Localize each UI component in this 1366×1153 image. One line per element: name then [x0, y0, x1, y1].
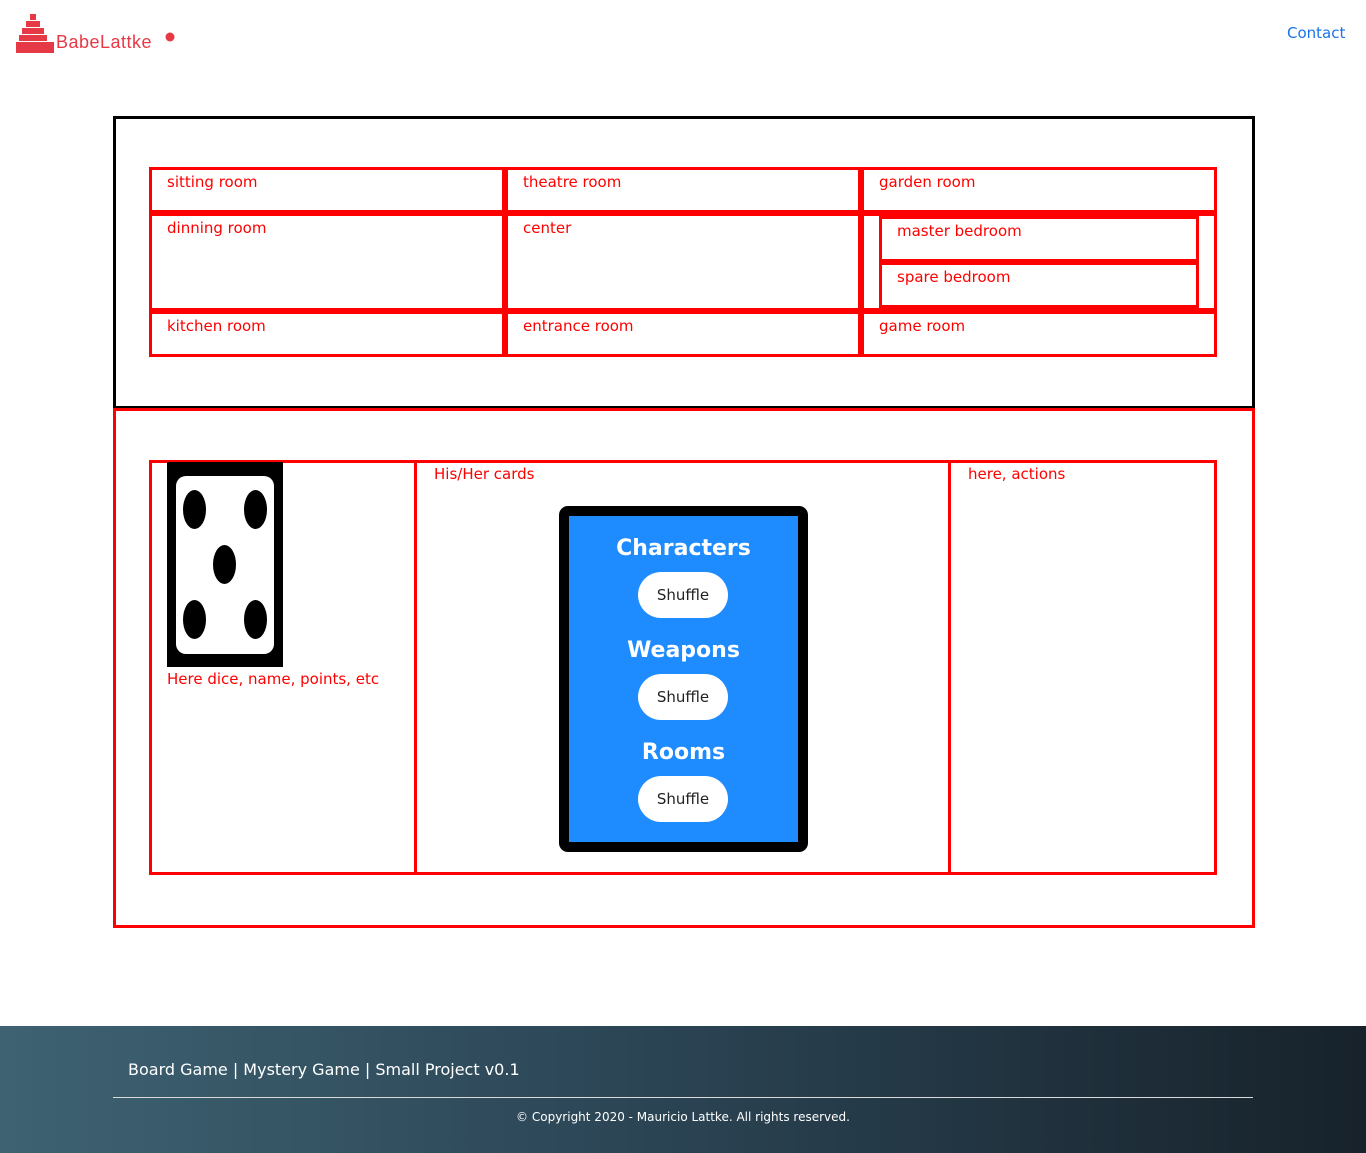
- weapons-heading: Weapons: [627, 638, 740, 663]
- room-label: dinning room: [167, 219, 267, 237]
- room-center[interactable]: center: [505, 213, 861, 311]
- dice-pip: [183, 490, 206, 529]
- rooms-heading: Rooms: [641, 740, 726, 765]
- shuffle-rooms-button[interactable]: Shuffle: [638, 776, 728, 822]
- nav-contact-link[interactable]: Contact: [1287, 24, 1345, 42]
- room-garden-room[interactable]: garden room: [861, 167, 1217, 213]
- room-master-bedroom[interactable]: master bedroom: [879, 216, 1199, 262]
- room-label: garden room: [879, 173, 976, 191]
- footer-divider: [113, 1097, 1253, 1098]
- footer-copyright: © Copyright 2020 - Mauricio Lattke. All …: [516, 1110, 850, 1124]
- room-label: master bedroom: [897, 222, 1022, 240]
- card-deck: Characters Shuffle Weapons Shuffle Rooms…: [559, 506, 808, 852]
- logo-wordmark: BabeLattke: [56, 32, 153, 52]
- registered-mark-icon: [165, 32, 175, 42]
- dice-panel-label: Here dice, name, points, etc: [167, 670, 380, 688]
- room-label: entrance room: [523, 317, 634, 335]
- cards-panel-label: His/Her cards: [434, 465, 535, 483]
- room-label: center: [523, 219, 572, 237]
- shuffle-characters-button[interactable]: Shuffle: [638, 572, 728, 618]
- room-entrance-room[interactable]: entrance room: [505, 311, 861, 357]
- room-label: kitchen room: [167, 317, 266, 335]
- room-kitchen-room[interactable]: kitchen room: [149, 311, 505, 357]
- actions-panel: [948, 460, 1217, 875]
- stacked-tower-logo-icon: [16, 14, 54, 53]
- room-label: spare bedroom: [897, 268, 1011, 286]
- footer-title: Board Game | Mystery Game | Small Projec…: [128, 1060, 520, 1079]
- room-label: sitting room: [167, 173, 258, 191]
- dice[interactable]: [167, 462, 283, 667]
- room-dinning-room[interactable]: dinning room: [149, 213, 505, 311]
- room-theatre-room[interactable]: theatre room: [505, 167, 861, 213]
- actions-panel-label: here, actions: [968, 465, 1066, 483]
- room-label: theatre room: [523, 173, 622, 191]
- shuffle-weapons-button[interactable]: Shuffle: [638, 674, 728, 720]
- dice-pip: [183, 600, 206, 639]
- room-spare-bedroom[interactable]: spare bedroom: [879, 262, 1199, 308]
- room-sitting-room[interactable]: sitting room: [149, 167, 505, 213]
- room-game-room[interactable]: game room: [861, 311, 1217, 357]
- characters-heading: Characters: [616, 536, 751, 561]
- room-label: game room: [879, 317, 966, 335]
- dice-face-five: [176, 476, 274, 654]
- deck-panel: Characters Shuffle Weapons Shuffle Rooms…: [569, 516, 798, 842]
- dice-pip: [244, 490, 267, 529]
- brand-logo[interactable]: BabeLattke: [16, 14, 180, 54]
- dice-pip: [244, 600, 267, 639]
- page-footer: Board Game | Mystery Game | Small Projec…: [0, 1026, 1366, 1153]
- dice-pip: [213, 545, 236, 584]
